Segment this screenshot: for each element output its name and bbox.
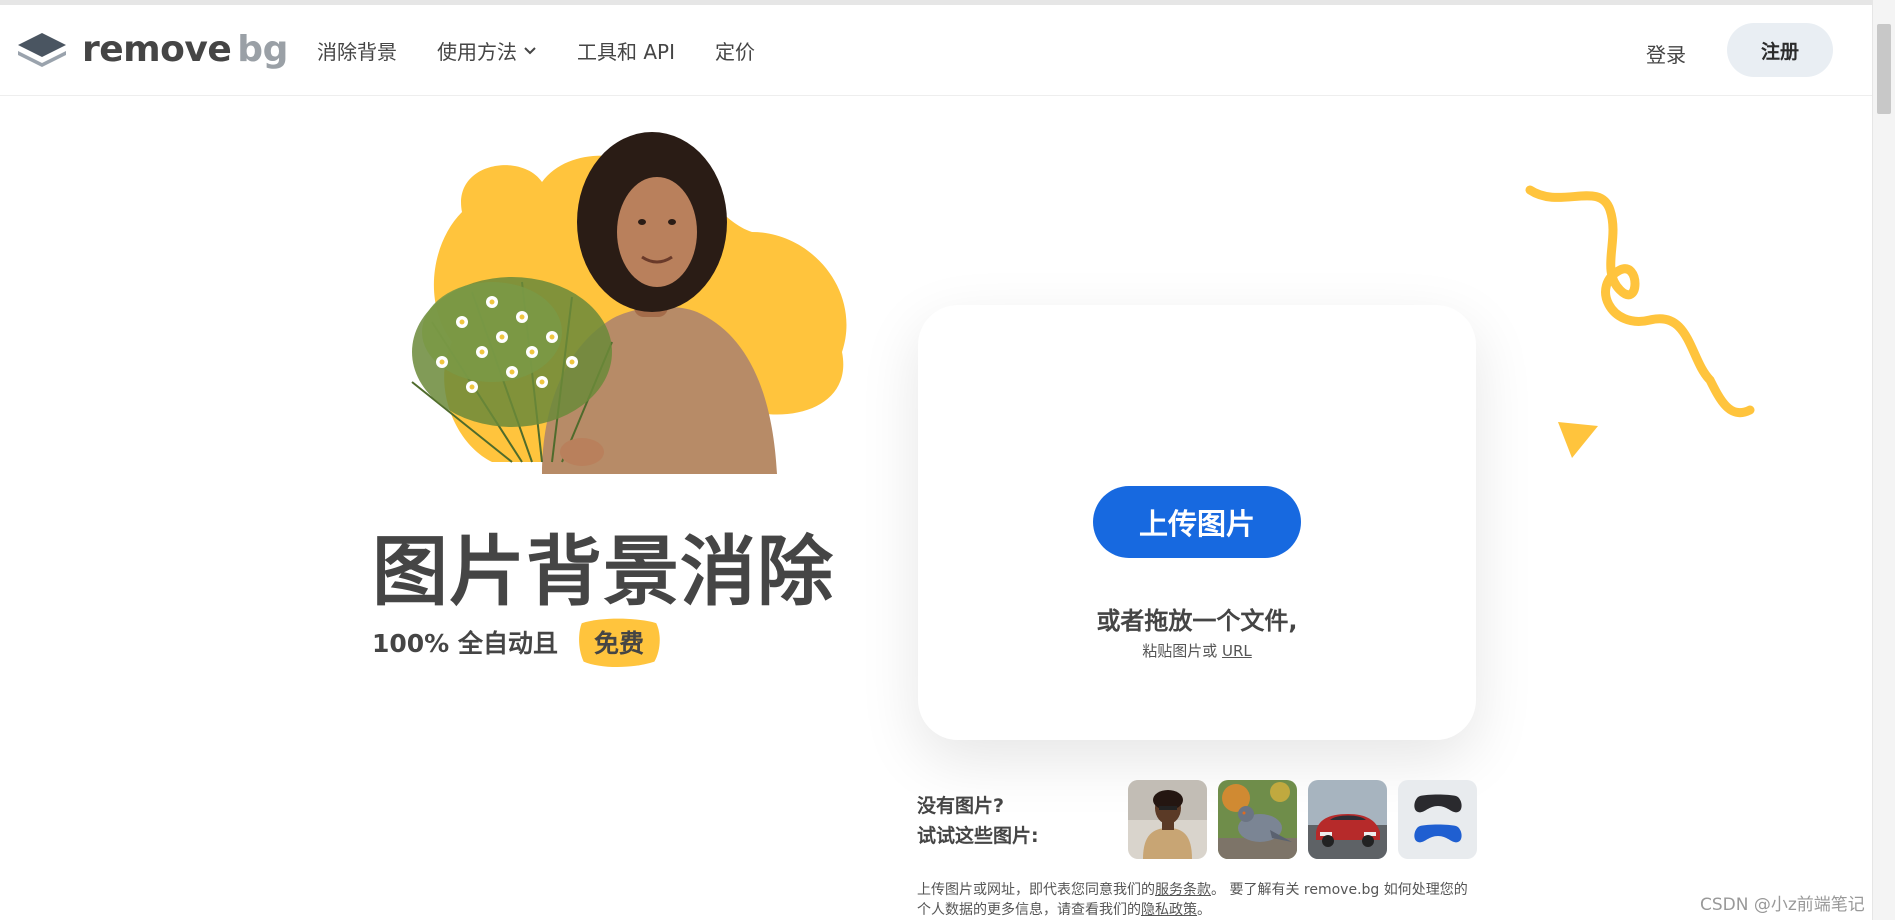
gamepad-thumbnail	[1398, 780, 1477, 859]
nav-tools-api-label: 工具和 API	[577, 39, 675, 64]
hero-subtitle-text: 100% 全自动且	[372, 629, 558, 658]
upload-image-button[interactable]: 上传图片	[1093, 486, 1301, 558]
nav-tools-api[interactable]: 工具和 API	[577, 36, 675, 65]
hero-title: 图片背景消除	[372, 527, 834, 616]
scrollbar-thumb[interactable]	[1877, 24, 1891, 114]
person-thumbnail	[1128, 780, 1207, 859]
nav-remove-background-label: 消除背景	[317, 39, 397, 64]
logo-layers-icon	[18, 33, 66, 67]
terms-text-1: 上传图片或网址，即代表您同意我们的	[917, 882, 1155, 898]
free-badge-label: 免费	[593, 629, 644, 658]
upload-card[interactable]: 上传图片 或者拖放一个文件, 粘贴图片或 URL	[918, 305, 1476, 740]
page-scrollbar[interactable]	[1872, 0, 1895, 920]
terms-of-service-link[interactable]: 服务条款	[1155, 882, 1211, 898]
nav-pricing-label: 定价	[715, 39, 755, 64]
hero-illustration	[411, 132, 847, 474]
sample-image-list	[1128, 780, 1488, 859]
nav-pricing[interactable]: 定价	[715, 36, 755, 65]
sample-image-car[interactable]	[1308, 780, 1387, 859]
privacy-policy-link[interactable]: 隐私政策	[1141, 902, 1197, 918]
url-link[interactable]: URL	[1222, 642, 1252, 660]
car-thumbnail	[1308, 780, 1387, 859]
hero-image-woman-with-flowers	[372, 122, 897, 474]
sample-image-controllers[interactable]	[1398, 780, 1477, 859]
nav-how-to-use-label: 使用方法	[437, 39, 517, 64]
pigeon-thumbnail	[1218, 780, 1297, 859]
drop-file-text: 或者拖放一个文件,	[1096, 607, 1298, 635]
nav-how-to-use[interactable]: 使用方法	[437, 36, 537, 65]
signup-button[interactable]: 注册	[1727, 23, 1833, 77]
sample-images-prompt: 没有图片? 试试这些图片:	[917, 791, 1039, 851]
nav-remove-background[interactable]: 消除背景	[317, 36, 397, 65]
hero-subtitle: 100% 全自动且 免费	[372, 618, 662, 667]
terms-text-3: 。	[1197, 902, 1211, 918]
try-these-line: 试试这些图片:	[917, 825, 1039, 847]
logo-word-remove: remove	[82, 28, 232, 70]
logo[interactable]: remove bg	[14, 27, 288, 71]
main-nav: 消除背景 使用方法 工具和 API 定价	[317, 5, 795, 95]
logo-wordmark: remove bg	[82, 29, 288, 70]
terms-notice: 上传图片或网址，即代表您同意我们的服务条款。 要了解有关 remove.bg 如…	[917, 880, 1477, 920]
paste-hint: 粘贴图片或 URL	[918, 640, 1476, 661]
logo-word-bg: bg	[237, 28, 288, 70]
site-header: remove bg 消除背景 使用方法 工具和 API 定价 登录 注册	[0, 5, 1872, 96]
decorative-squiggle	[1525, 185, 1755, 458]
sample-image-pigeon[interactable]	[1218, 780, 1297, 859]
free-badge: 免费	[576, 618, 662, 667]
login-link[interactable]: 登录	[1646, 39, 1686, 68]
csdn-watermark: CSDN @小z前端笔记	[1700, 895, 1865, 915]
no-image-line: 没有图片?	[917, 795, 1005, 817]
paste-hint-text: 粘贴图片或	[1142, 642, 1218, 660]
sample-image-person[interactable]	[1128, 780, 1207, 859]
chevron-down-icon	[524, 46, 536, 54]
